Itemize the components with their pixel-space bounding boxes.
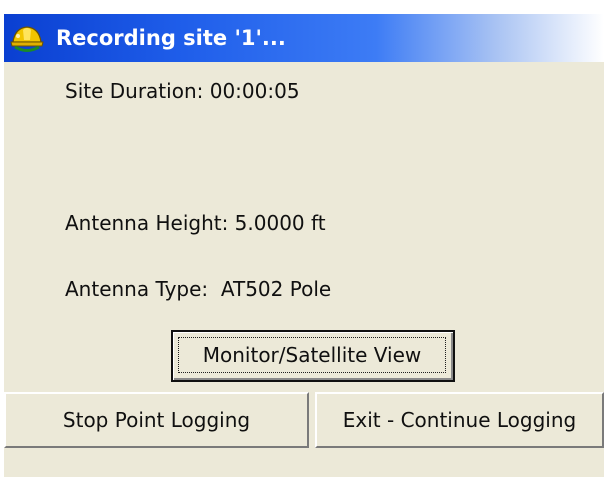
window-title: Recording site '1'... [56, 26, 286, 50]
monitor-satellite-view-label: Monitor/Satellite View [178, 337, 446, 373]
exit-continue-logging-button[interactable]: Exit - Continue Logging [315, 392, 604, 448]
recording-dialog: Recording site '1'... Site Duration: 00:… [4, 14, 604, 477]
antenna-type-label: Antenna Type: AT502 Pole [65, 277, 332, 301]
hardhat-satellite-icon [10, 26, 44, 52]
site-duration-label: Site Duration: 00:00:05 [65, 79, 300, 103]
monitor-satellite-view-button[interactable]: Monitor/Satellite View [171, 330, 455, 382]
stop-point-logging-button[interactable]: Stop Point Logging [4, 392, 309, 448]
title-bar[interactable]: Recording site '1'... [4, 14, 604, 62]
antenna-height-label: Antenna Height: 5.0000 ft [65, 211, 326, 235]
